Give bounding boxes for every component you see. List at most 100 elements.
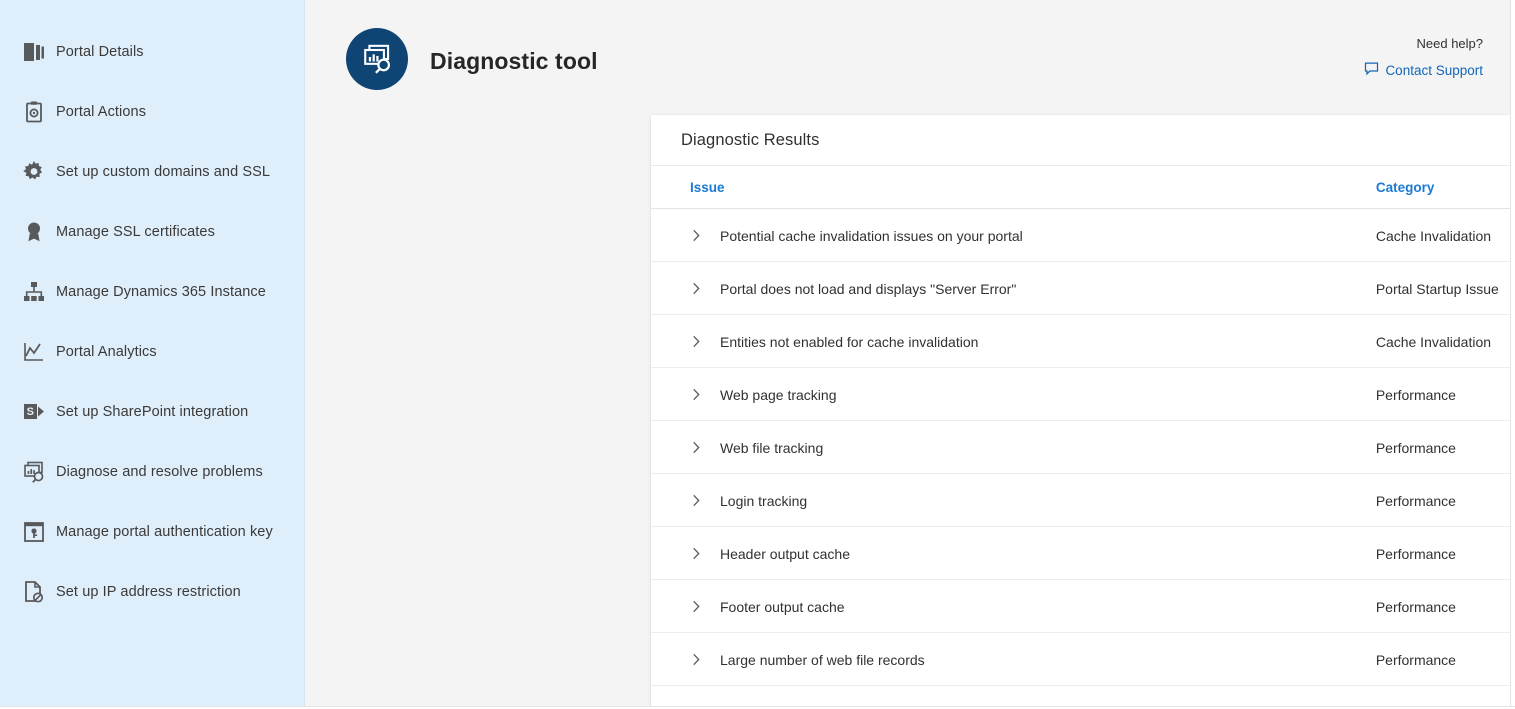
file-blocked-icon (12, 579, 56, 605)
chat-bubble-icon (1364, 61, 1379, 79)
issue-label: Portal does not load and displays "Serve… (720, 281, 1016, 297)
sidebar-item-label: Set up custom domains and SSL (56, 164, 270, 180)
chevron-right-icon[interactable] (690, 600, 720, 613)
category-label: Performance (1376, 493, 1456, 509)
sidebar-item-manage-portal-authentication-key[interactable]: Manage portal authentication key (0, 502, 304, 562)
table-row[interactable]: Large number of web file recordsPerforma… (651, 633, 1515, 686)
cell-category: Portal Startup Issue (1376, 262, 1515, 315)
cell-category: Cache Invalidation (1376, 315, 1515, 368)
help-block: Need help? Contact Support (1364, 36, 1483, 79)
card-header: Diagnostic Results Refresh results (651, 115, 1515, 166)
cell-issue: Entities not enabled for cache invalidat… (651, 315, 1376, 368)
table-body: Potential cache invalidation issues on y… (651, 209, 1515, 686)
column-header-issue[interactable]: Issue (651, 166, 1376, 209)
table-row[interactable]: Web file trackingPerformancePass (651, 421, 1515, 474)
category-label: Performance (1376, 387, 1456, 403)
cell-category: Performance (1376, 368, 1515, 421)
diagnostics-icon (12, 459, 56, 485)
page-header: Diagnostic tool Need help? Contact Suppo… (305, 0, 1514, 104)
clipboard-gear-icon (12, 99, 56, 125)
chevron-right-icon[interactable] (690, 229, 720, 242)
sidebar-item-label: Set up IP address restriction (56, 584, 241, 600)
issue-label: Footer output cache (720, 599, 845, 615)
cell-issue: Header output cache (651, 527, 1376, 580)
table-row[interactable]: Entities not enabled for cache invalidat… (651, 315, 1515, 368)
category-label: Performance (1376, 599, 1456, 615)
sidebar-item-ip-address-restriction[interactable]: Set up IP address restriction (0, 562, 304, 622)
sidebar-item-custom-domains-ssl[interactable]: Set up custom domains and SSL (0, 142, 304, 202)
contact-support-label: Contact Support (1385, 63, 1483, 78)
gear-icon (12, 159, 56, 185)
chevron-right-icon[interactable] (690, 282, 720, 295)
category-label: Cache Invalidation (1376, 228, 1491, 244)
cell-issue: Web page tracking (651, 368, 1376, 421)
cell-category: Performance (1376, 580, 1515, 633)
main-content: Diagnostic tool Need help? Contact Suppo… (305, 0, 1515, 709)
chevron-right-icon[interactable] (690, 335, 720, 348)
need-help-label: Need help? (1364, 36, 1483, 52)
chevron-right-icon[interactable] (690, 388, 720, 401)
certificate-ribbon-icon (12, 219, 56, 245)
issue-label: Login tracking (720, 493, 807, 509)
contact-support-link[interactable]: Contact Support (1364, 61, 1483, 79)
org-hierarchy-icon (12, 279, 56, 305)
cell-issue: Login tracking (651, 474, 1376, 527)
table-row[interactable]: Potential cache invalidation issues on y… (651, 209, 1515, 262)
chevron-right-icon[interactable] (690, 494, 720, 507)
table-row[interactable]: Web page trackingPerformancePass (651, 368, 1515, 421)
sidebar-item-portal-details[interactable]: Portal Details (0, 22, 304, 82)
diagnostic-results-card: Diagnostic Results Refresh results (651, 115, 1515, 709)
sidebar-item-manage-dynamics-365-instance[interactable]: Manage Dynamics 365 Instance (0, 262, 304, 322)
page-title: Diagnostic tool (430, 48, 598, 75)
cell-issue: Large number of web file records (651, 633, 1376, 686)
line-chart-icon (12, 339, 56, 365)
sidebar-item-label: Manage Dynamics 365 Instance (56, 284, 266, 300)
category-label: Performance (1376, 652, 1456, 668)
cell-issue: Potential cache invalidation issues on y… (651, 209, 1376, 262)
cell-category: Performance (1376, 633, 1515, 686)
category-label: Performance (1376, 440, 1456, 456)
cell-category: Performance (1376, 527, 1515, 580)
card-title: Diagnostic Results (681, 131, 819, 150)
issue-label: Header output cache (720, 546, 850, 562)
table-row[interactable]: Footer output cachePerformancePass (651, 580, 1515, 633)
diagnostic-tool-page: Portal Details Portal Actions Set up cus… (0, 0, 1515, 709)
cell-issue: Footer output cache (651, 580, 1376, 633)
sharepoint-icon: S (12, 399, 56, 425)
sidebar-item-diagnose-resolve-problems[interactable]: Diagnose and resolve problems (0, 442, 304, 502)
cell-category: Performance (1376, 421, 1515, 474)
issue-label: Web file tracking (720, 440, 823, 456)
page-right-edge (1510, 0, 1515, 709)
table-row[interactable]: Login trackingPerformancePass (651, 474, 1515, 527)
chevron-right-icon[interactable] (690, 547, 720, 560)
issue-label: Entities not enabled for cache invalidat… (720, 334, 978, 350)
chevron-right-icon[interactable] (690, 441, 720, 454)
sidebar-item-label: Manage SSL certificates (56, 224, 215, 240)
table-row[interactable]: Header output cachePerformancePass (651, 527, 1515, 580)
category-label: Performance (1376, 546, 1456, 562)
cell-category: Cache Invalidation (1376, 209, 1515, 262)
svg-text:S: S (27, 406, 34, 418)
diagnostics-icon (346, 28, 408, 90)
sidebar-item-label: Set up SharePoint integration (56, 404, 248, 420)
column-header-category[interactable]: Category (1376, 166, 1515, 209)
sidebar-item-label: Portal Actions (56, 104, 146, 120)
diagnostic-results-table: Issue Category Result Potential cache in… (651, 166, 1515, 686)
category-label: Cache Invalidation (1376, 334, 1491, 350)
sidebar-item-manage-ssl-certificates[interactable]: Manage SSL certificates (0, 202, 304, 262)
category-label: Portal Startup Issue (1376, 281, 1499, 297)
cell-category: Performance (1376, 474, 1515, 527)
portal-details-icon (12, 39, 56, 65)
table-row[interactable]: Portal does not load and displays "Serve… (651, 262, 1515, 315)
chevron-right-icon[interactable] (690, 653, 720, 666)
cell-issue: Web file tracking (651, 421, 1376, 474)
sidebar: Portal Details Portal Actions Set up cus… (0, 0, 305, 709)
sidebar-item-label: Manage portal authentication key (56, 524, 273, 540)
sidebar-item-sharepoint-integration[interactable]: S Set up SharePoint integration (0, 382, 304, 442)
issue-label: Web page tracking (720, 387, 836, 403)
sidebar-item-portal-actions[interactable]: Portal Actions (0, 82, 304, 142)
sidebar-item-label: Diagnose and resolve problems (56, 464, 263, 480)
sidebar-item-label: Portal Analytics (56, 344, 157, 360)
sidebar-item-portal-analytics[interactable]: Portal Analytics (0, 322, 304, 382)
auth-key-icon (12, 519, 56, 545)
